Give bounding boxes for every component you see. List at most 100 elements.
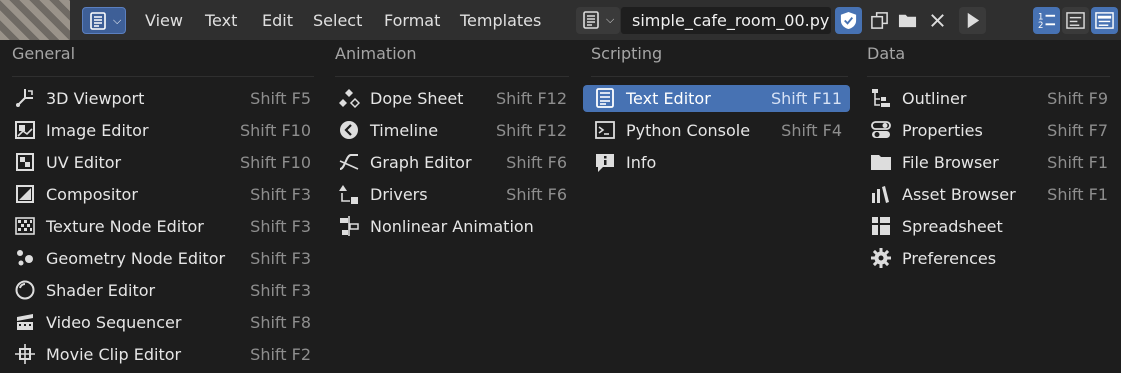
shortcut-label: Shift F12: [495, 121, 567, 140]
shortcut-label: Shift F7: [1047, 121, 1108, 140]
shortcut-label: Shift F11: [770, 89, 842, 108]
editor-type-button[interactable]: ⌵: [82, 7, 126, 34]
graph-editor-icon: [338, 151, 360, 173]
menu-item-label: Dope Sheet: [370, 89, 464, 108]
menu-item-3d-viewport[interactable]: 3D Viewport Shift F5: [14, 85, 311, 112]
viewport-3d-icon: [14, 87, 36, 109]
menu-item-label: Graph Editor: [370, 153, 472, 172]
menu-select[interactable]: Select: [313, 11, 362, 30]
unlink-button[interactable]: [924, 7, 951, 34]
menu-item-drivers[interactable]: Drivers Shift F6: [338, 181, 567, 208]
dope-sheet-icon: [338, 87, 361, 109]
menu-item-text-editor[interactable]: Text Editor Shift F11: [583, 85, 850, 112]
menu-item-label: Asset Browser: [902, 185, 1016, 204]
image-editor-icon: [14, 119, 36, 141]
outliner-icon: [870, 87, 892, 109]
menu-item-info[interactable]: Info: [594, 149, 842, 176]
divider: [335, 76, 569, 77]
video-sequencer-icon: [14, 311, 36, 333]
menu-item-file-browser[interactable]: File Browser Shift F1: [870, 149, 1108, 176]
shortcut-label: Shift F1: [1047, 153, 1108, 172]
menu-item-outliner[interactable]: Outliner Shift F9: [870, 85, 1108, 112]
timeline-icon: [338, 119, 360, 141]
column-title: Animation: [335, 44, 417, 63]
menu-item-texture-node-editor[interactable]: Texture Node Editor Shift F3: [14, 213, 311, 240]
shortcut-label: Shift F3: [250, 281, 311, 300]
menu-item-movie-clip-editor[interactable]: Movie Clip Editor Shift F2: [14, 341, 311, 368]
chevron-down-icon: ⌵: [606, 13, 615, 26]
syntax-highlight-toggle[interactable]: [1091, 7, 1118, 34]
menu-templates[interactable]: Templates: [460, 11, 541, 30]
filename-field[interactable]: simple_cafe_room_00.py: [621, 7, 831, 34]
shortcut-label: Shift F3: [250, 217, 311, 236]
menu-item-graph-editor[interactable]: Graph Editor Shift F6: [338, 149, 567, 176]
movie-clip-icon: [14, 343, 36, 365]
nla-icon: [338, 215, 360, 237]
menu-item-label: Nonlinear Animation: [370, 217, 534, 236]
viewport-background-texture: [0, 0, 70, 40]
menu-edit[interactable]: Edit: [262, 11, 293, 30]
properties-icon: [870, 119, 892, 141]
menu-item-label: Drivers: [370, 185, 428, 204]
menu-item-asset-browser[interactable]: Asset Browser Shift F1: [870, 181, 1108, 208]
word-wrap-icon: [1066, 12, 1085, 29]
menu-item-preferences[interactable]: Preferences: [870, 245, 1108, 272]
menu-item-shader-editor[interactable]: Shader Editor Shift F3: [14, 277, 311, 304]
menu-text[interactable]: Text: [205, 11, 237, 30]
menu-view[interactable]: View: [145, 11, 183, 30]
open-file-button[interactable]: [894, 7, 921, 34]
menu-item-image-editor[interactable]: Image Editor Shift F10: [14, 117, 311, 144]
menu-item-label: 3D Viewport: [46, 89, 145, 108]
column-title: Scripting: [591, 44, 663, 63]
gear-icon: [870, 247, 892, 269]
divider: [867, 76, 1110, 77]
compositor-icon: [14, 183, 36, 205]
menu-item-video-sequencer[interactable]: Video Sequencer Shift F8: [14, 309, 311, 336]
shortcut-label: Shift F5: [250, 89, 311, 108]
python-console-icon: [594, 119, 616, 141]
text-editor-icon: [594, 87, 616, 109]
menu-format[interactable]: Format: [384, 11, 440, 30]
menu-item-label: Compositor: [46, 185, 138, 204]
shortcut-label: Shift F2: [250, 345, 311, 364]
shortcut-label: Shift F6: [506, 153, 567, 172]
menu-item-label: Spreadsheet: [902, 217, 1003, 236]
menu-item-timeline[interactable]: Timeline Shift F12: [338, 117, 567, 144]
text-browse-button[interactable]: ⌵: [576, 7, 620, 34]
play-icon: [967, 12, 980, 29]
duplicate-icon: [871, 12, 888, 29]
menu-item-uv-editor[interactable]: UV Editor Shift F10: [14, 149, 311, 176]
menu-item-label: Video Sequencer: [46, 313, 182, 332]
menu-item-compositor[interactable]: Compositor Shift F3: [14, 181, 311, 208]
shortcut-label: Shift F4: [781, 121, 842, 140]
close-icon: [931, 14, 944, 27]
shortcut-label: Shift F3: [250, 249, 311, 268]
duplicate-button[interactable]: [866, 7, 893, 34]
menu-item-label: Timeline: [370, 121, 439, 140]
menu-item-geometry-node-editor[interactable]: Geometry Node Editor Shift F3: [14, 245, 311, 272]
uv-editor-icon: [14, 151, 36, 173]
divider: [591, 76, 848, 77]
menu-item-label: Shader Editor: [46, 281, 156, 300]
folder-icon: [870, 151, 892, 173]
menu-item-label: Movie Clip Editor: [46, 345, 182, 364]
shortcut-label: Shift F1: [1047, 185, 1108, 204]
shortcut-label: Shift F9: [1047, 89, 1108, 108]
texture-node-icon: [14, 215, 36, 237]
text-editor-icon: [89, 12, 107, 34]
folder-icon: [898, 14, 917, 28]
shortcut-label: Shift F3: [250, 185, 311, 204]
menu-item-nonlinear-animation[interactable]: Nonlinear Animation: [338, 213, 567, 240]
line-numbers-toggle[interactable]: 12: [1033, 7, 1060, 34]
menu-item-label: Properties: [902, 121, 983, 140]
menu-item-python-console[interactable]: Python Console Shift F4: [594, 117, 842, 144]
word-wrap-toggle[interactable]: [1062, 7, 1089, 34]
menu-item-dope-sheet[interactable]: Dope Sheet Shift F12: [338, 85, 567, 112]
menu-item-label: Python Console: [626, 121, 751, 140]
shader-editor-icon: [14, 279, 36, 301]
menu-item-spreadsheet[interactable]: Spreadsheet: [870, 213, 1108, 240]
asset-browser-icon: [870, 183, 892, 205]
fake-user-shield-button[interactable]: [835, 7, 862, 34]
run-script-button[interactable]: [959, 7, 986, 34]
menu-item-properties[interactable]: Properties Shift F7: [870, 117, 1108, 144]
